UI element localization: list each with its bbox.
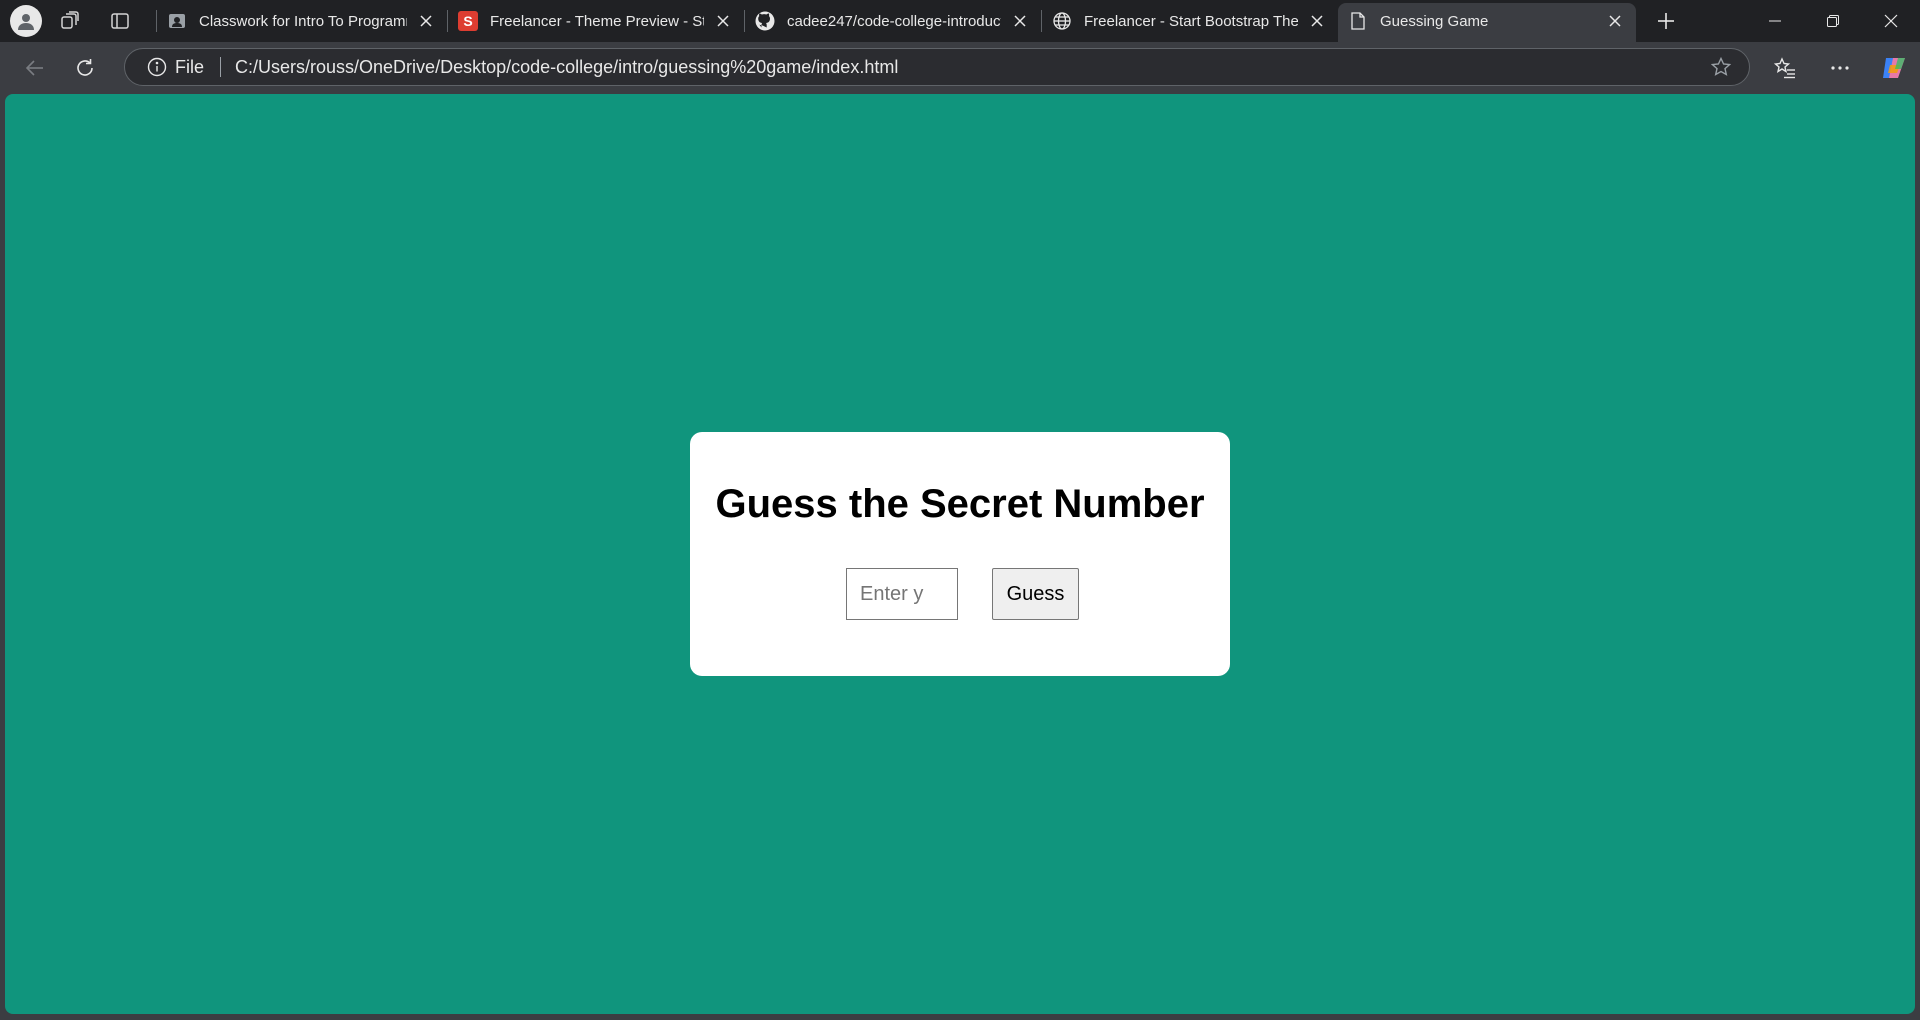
close-icon[interactable] [415,10,437,32]
back-button[interactable] [15,48,55,88]
classroom-icon [167,11,187,31]
tab-title: cadee247/code-college-introduct [787,12,1001,30]
window-controls [1746,0,1920,42]
settings-menu-button[interactable] [1820,48,1860,88]
vertical-tabs-button[interactable] [98,3,142,39]
refresh-icon [77,59,93,76]
favorites-button[interactable] [1765,48,1805,88]
minimize-button[interactable] [1746,0,1804,42]
github-icon [755,11,775,31]
copilot-button[interactable] [1874,48,1914,88]
close-icon[interactable] [1306,10,1328,32]
site-info-button[interactable]: File [147,57,204,78]
close-icon[interactable] [1604,10,1626,32]
globe-icon [1052,11,1072,31]
person-icon [18,14,34,30]
tab-title: Freelancer - Theme Preview - Star [490,12,704,30]
tab-actions-icon [111,13,129,29]
restore-button[interactable] [1804,0,1862,42]
profile-avatar[interactable] [10,5,42,37]
startbootstrap-icon: S [458,11,478,31]
favorites-icon [1774,57,1795,79]
tab-strip: Classwork for Intro To Programmi S Freel… [0,0,1920,45]
url-text[interactable]: C:/Users/rouss/OneDrive/Desktop/code-col… [235,57,1703,78]
svg-text:S: S [463,13,472,29]
document-icon [1348,11,1368,31]
page-viewport: Guess the Secret Number Guess [5,94,1915,1014]
close-icon[interactable] [712,10,734,32]
browser-window: Classwork for Intro To Programmi S Freel… [0,0,1920,1020]
copilot-icon [1883,58,1905,78]
info-icon [147,57,167,77]
new-tab-button[interactable] [1648,3,1684,39]
back-arrow-icon [25,60,43,76]
tab-freelancer-preview[interactable]: S Freelancer - Theme Preview - Star [448,3,744,39]
close-icon [1884,14,1898,28]
game-card: Guess the Secret Number Guess [690,432,1230,676]
tab-title: Guessing Game [1380,12,1489,30]
more-icon [1831,66,1849,70]
address-divider [220,57,222,77]
favorite-button[interactable] [1703,49,1739,85]
tab-classwork[interactable]: Classwork for Intro To Programmi [157,3,447,39]
minimize-icon [1769,20,1781,22]
refresh-button[interactable] [65,48,105,88]
restore-icon [1827,15,1839,27]
tab-github[interactable]: cadee247/code-college-introduct [745,3,1041,39]
workspaces-icon [61,11,79,29]
close-icon[interactable] [1009,10,1031,32]
scheme-label: File [175,56,205,77]
plus-icon [1658,13,1674,29]
tab-freelancer-theme[interactable]: Freelancer - Start Bootstrap Them [1042,3,1338,39]
guess-button[interactable]: Guess [992,568,1079,620]
address-bar[interactable]: File C:/Users/rouss/OneDrive/Desktop/cod… [124,48,1750,86]
tab-guessing-game[interactable]: Guessing Game [1338,3,1636,45]
guess-input[interactable] [846,568,958,620]
page-title: Guess the Secret Number [715,482,1205,526]
tab-title: Freelancer - Start Bootstrap Them [1084,12,1298,30]
workspaces-button[interactable] [48,3,92,39]
navigation-toolbar: File C:/Users/rouss/OneDrive/Desktop/cod… [0,42,1920,94]
star-icon [1711,57,1731,76]
window-close-button[interactable] [1862,0,1920,42]
tab-title: Classwork for Intro To Programmi [199,12,407,30]
